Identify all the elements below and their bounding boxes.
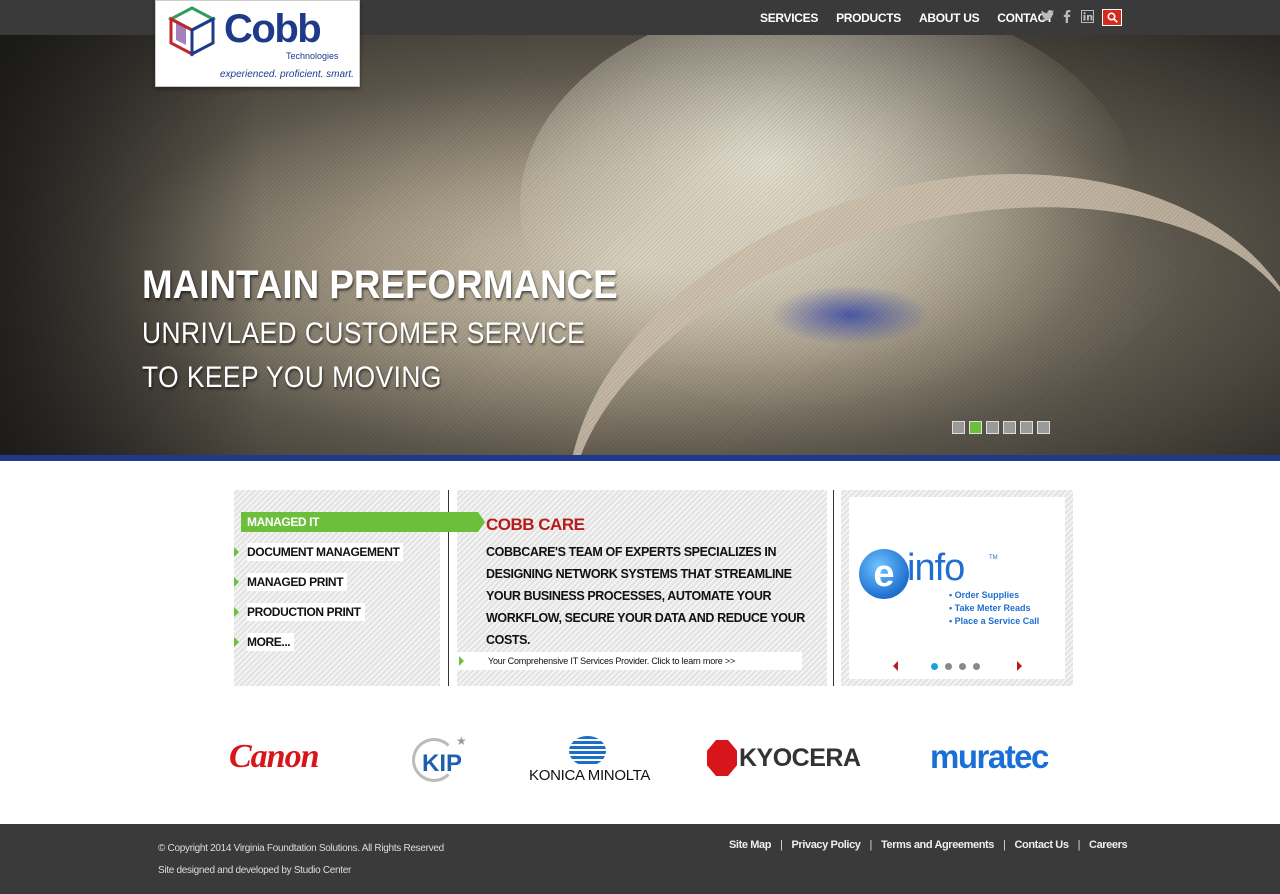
logo-wordmark: Cobb [224,7,322,51]
footer-link-contact-us[interactable]: Contact Us [1015,839,1069,851]
logo-cube-icon [167,6,217,57]
slide-dot[interactable] [969,421,982,434]
star-icon: ★ [456,734,467,748]
einfo-trademark: TM [989,555,998,561]
menu-item-production-print[interactable]: PRODUCTION PRINT [234,602,365,622]
footer-separator: | [780,839,783,851]
muratec-logo[interactable]: muratec [930,738,1049,776]
ad-dot[interactable] [945,663,952,670]
search-icon [1106,12,1118,23]
kyocera-logo[interactable]: KYOCERA [707,740,861,776]
einfo-e-icon: e [859,549,909,599]
menu-item-document-management[interactable]: DOCUMENT MANAGEMENT [234,542,404,562]
footer-link-site-map[interactable]: Site Map [729,839,771,851]
slide-dot[interactable] [986,421,999,434]
logo-tagline: experienced. proficient. smart. [220,69,354,80]
menu-item-label: PRODUCTION PRINT [247,603,365,621]
hero-slide-dots [952,421,1050,434]
kyocera-mark-icon [707,740,737,776]
ad-dot[interactable] [959,663,966,670]
canon-logo[interactable]: Canon [229,738,319,776]
konica-wordmark: KONICA MINOLTA [529,767,651,784]
einfo-bullet: • Take Meter Reads [949,603,1031,613]
menu-item-managed-it[interactable]: MANAGED IT [241,512,485,532]
feature-title: COBB CARE [486,515,585,534]
kip-wordmark: KIP [422,750,463,777]
ad-slide-dots [931,663,980,670]
nav-products[interactable]: PRODUCTS [836,11,901,25]
arrow-right-icon [234,607,239,617]
arrow-right-icon [234,547,239,557]
ad-dot[interactable] [973,663,980,670]
kip-logo[interactable]: KIP ★ [412,734,470,782]
hero-subtitle-line-2: TO KEEP YOU MOVING [142,361,442,394]
menu-item-label: DOCUMENT MANAGEMENT [247,543,404,561]
hero-divider [0,455,1280,461]
logo-subtitle: Technologies [286,51,339,61]
hero-subtitle-line-1: UNRIVLAED CUSTOMER SERVICE [142,317,586,350]
nav-about-us[interactable]: ABOUT US [919,11,980,25]
slide-dot[interactable] [1020,421,1033,434]
ad-next-arrow-icon[interactable] [1017,661,1022,671]
ad-prev-arrow-icon[interactable] [893,661,898,671]
menu-item-more[interactable]: MORE... [234,632,295,652]
einfo-bullets: • Order Supplies • Take Meter Reads • Pl… [949,589,1039,628]
menu-item-managed-print[interactable]: MANAGED PRINT [234,572,348,592]
einfo-bullet: • Place a Service Call [949,616,1040,626]
menu-item-label: MORE... [247,633,295,651]
footer-credit: Site designed and developed by Studio Ce… [158,865,352,876]
footer-link-careers[interactable]: Careers [1089,839,1128,851]
menu-item-label: MANAGED IT [247,515,319,529]
einfo-ad[interactable]: e info TM • Order Supplies • Take Meter … [849,497,1065,679]
social-links [1040,10,1094,24]
ad-dot[interactable] [931,663,938,670]
arrow-right-icon [234,637,239,647]
linkedin-icon[interactable] [1080,10,1094,24]
footer-links: Site Map | Privacy Policy | Terms and Ag… [729,839,1128,851]
nav-services[interactable]: SERVICES [760,11,818,25]
arrow-right-icon [459,656,464,666]
konica-globe-icon [569,736,606,766]
konica-minolta-logo[interactable]: KONICA MINOLTA [529,736,653,784]
twitter-icon[interactable] [1040,10,1054,24]
einfo-bullet: • Order Supplies [949,590,1020,600]
facebook-icon[interactable] [1060,10,1074,24]
menu-item-label: MANAGED PRINT [247,573,348,591]
kyocera-wordmark: KYOCERA [739,744,861,772]
arrow-right-icon [234,577,239,587]
footer-separator: | [1003,839,1006,851]
hero-slider: MAINTAIN PREFORMANCE UNRIVLAED CUSTOMER … [0,35,1280,455]
search-button[interactable] [1102,9,1122,26]
footer-link-privacy-policy[interactable]: Privacy Policy [792,839,861,851]
hero-title: MAINTAIN PREFORMANCE [142,263,618,307]
footer-separator: | [869,839,873,851]
footer-copyright: © Copyright 2014 Virginia Foundtation So… [158,843,444,854]
feature-link-row[interactable]: Your Comprehensive IT Services Provider.… [457,652,802,670]
einfo-wordmark: info [907,547,965,589]
footer-separator: | [1077,839,1081,851]
panel-divider-right [833,490,834,686]
feature-body: CobbCare's team of experts specializes i… [486,545,805,647]
feature-link[interactable]: Your Comprehensive IT Services Provider.… [488,656,735,666]
slide-dot[interactable] [1037,421,1050,434]
footer [0,824,1280,894]
footer-link-terms[interactable]: Terms and Agreements [881,839,994,851]
cobb-logo[interactable]: Cobb Technologies experienced. proficien… [155,0,360,87]
slide-dot[interactable] [1003,421,1016,434]
slide-dot[interactable] [952,421,965,434]
main-nav: SERVICES PRODUCTS ABOUT US CONTACT [760,0,1071,35]
